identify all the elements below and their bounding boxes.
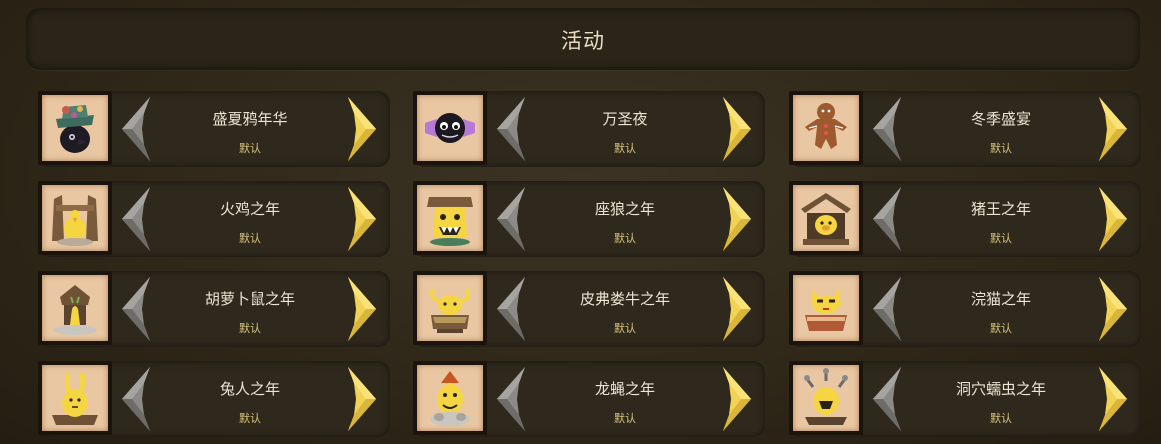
event-icon-frame xyxy=(789,271,863,345)
gobbler-shrine-icon xyxy=(42,185,108,251)
event-name: 冬季盛宴 xyxy=(970,110,1031,128)
beefalo-shrine-icon xyxy=(417,275,483,341)
prev-option-arrow[interactable] xyxy=(116,365,156,433)
next-option-arrow[interactable] xyxy=(1093,185,1133,253)
event-icon-frame xyxy=(38,361,112,435)
next-option-arrow[interactable] xyxy=(342,95,382,163)
event-icon-frame xyxy=(38,271,112,345)
next-option-arrow[interactable] xyxy=(1093,365,1133,433)
prev-option-arrow[interactable] xyxy=(867,365,907,433)
prev-option-arrow[interactable] xyxy=(491,95,531,163)
event-value: 默认 xyxy=(239,232,261,245)
event-setting-row: 浣猫之年 默认 xyxy=(789,271,1141,347)
event-value: 默认 xyxy=(614,142,636,155)
prev-option-arrow[interactable] xyxy=(867,185,907,253)
next-option-arrow[interactable] xyxy=(717,95,757,163)
pig-shrine-icon xyxy=(793,185,859,251)
next-option-arrow[interactable] xyxy=(717,185,757,253)
next-option-arrow[interactable] xyxy=(1093,95,1133,163)
page-title: 活动 xyxy=(561,29,605,53)
catcoon-shrine-icon xyxy=(793,275,859,341)
event-value: 默认 xyxy=(614,322,636,335)
event-setting-row: 洞穴蠕虫之年 默认 xyxy=(789,361,1141,437)
event-name: 火鸡之年 xyxy=(219,200,280,218)
event-name: 猪王之年 xyxy=(970,200,1031,218)
header-bar: 活动 xyxy=(26,8,1140,70)
event-setting-row: 胡萝卜鼠之年 默认 xyxy=(38,271,390,347)
next-option-arrow[interactable] xyxy=(717,365,757,433)
event-value: 默认 xyxy=(239,142,261,155)
event-value: 默认 xyxy=(990,232,1012,245)
event-icon-frame xyxy=(413,91,487,165)
event-name: 洞穴蠕虫之年 xyxy=(955,380,1046,398)
prev-option-arrow[interactable] xyxy=(867,275,907,343)
next-option-arrow[interactable] xyxy=(717,275,757,343)
prev-option-arrow[interactable] xyxy=(116,95,156,163)
event-setting-row: 皮弗娄牛之年 默认 xyxy=(413,271,765,347)
event-setting-row: 龙蝇之年 默认 xyxy=(413,361,765,437)
event-setting-row: 火鸡之年 默认 xyxy=(38,181,390,257)
event-name: 万圣夜 xyxy=(602,110,648,128)
event-name: 座狼之年 xyxy=(594,200,655,218)
next-option-arrow[interactable] xyxy=(342,275,382,343)
event-setting-row: 兔人之年 默认 xyxy=(38,361,390,437)
event-value: 默认 xyxy=(990,412,1012,425)
event-icon-frame xyxy=(789,91,863,165)
prev-option-arrow[interactable] xyxy=(491,275,531,343)
event-icon-frame xyxy=(789,361,863,435)
event-name: 兔人之年 xyxy=(219,380,280,398)
prev-option-arrow[interactable] xyxy=(116,275,156,343)
event-icon-frame xyxy=(413,181,487,255)
next-option-arrow[interactable] xyxy=(342,185,382,253)
event-icon-frame xyxy=(413,271,487,345)
event-icon-frame xyxy=(38,181,112,255)
event-icon-frame xyxy=(413,361,487,435)
prev-option-arrow[interactable] xyxy=(116,185,156,253)
event-setting-row: 猪王之年 默认 xyxy=(789,181,1141,257)
event-name: 胡萝卜鼠之年 xyxy=(204,290,295,308)
depths-worm-shrine-icon xyxy=(793,365,859,431)
event-value: 默认 xyxy=(614,232,636,245)
varg-shrine-icon xyxy=(417,185,483,251)
event-value: 默认 xyxy=(990,142,1012,155)
event-name: 盛夏鸦年华 xyxy=(212,110,288,128)
event-name: 浣猫之年 xyxy=(970,290,1031,308)
event-setting-row: 冬季盛宴 默认 xyxy=(789,91,1141,167)
gingerbread-icon xyxy=(793,95,859,161)
next-option-arrow[interactable] xyxy=(1093,275,1133,343)
event-name: 龙蝇之年 xyxy=(594,380,655,398)
dragonfly-shrine-icon xyxy=(417,365,483,431)
event-setting-row: 座狼之年 默认 xyxy=(413,181,765,257)
event-icon-frame xyxy=(38,91,112,165)
spider-candy-icon xyxy=(417,95,483,161)
event-setting-row: 盛夏鸦年华 默认 xyxy=(38,91,390,167)
event-setting-row: 万圣夜 默认 xyxy=(413,91,765,167)
next-option-arrow[interactable] xyxy=(342,365,382,433)
event-name: 皮弗娄牛之年 xyxy=(579,290,670,308)
event-value: 默认 xyxy=(239,412,261,425)
bunnyman-shrine-icon xyxy=(42,365,108,431)
event-value: 默认 xyxy=(239,322,261,335)
event-value: 默认 xyxy=(614,412,636,425)
prev-option-arrow[interactable] xyxy=(491,185,531,253)
crow-hat-icon xyxy=(42,95,108,161)
prev-option-arrow[interactable] xyxy=(867,95,907,163)
event-icon-frame xyxy=(789,181,863,255)
prev-option-arrow[interactable] xyxy=(491,365,531,433)
event-value: 默认 xyxy=(990,322,1012,335)
carrat-shrine-icon xyxy=(42,275,108,341)
